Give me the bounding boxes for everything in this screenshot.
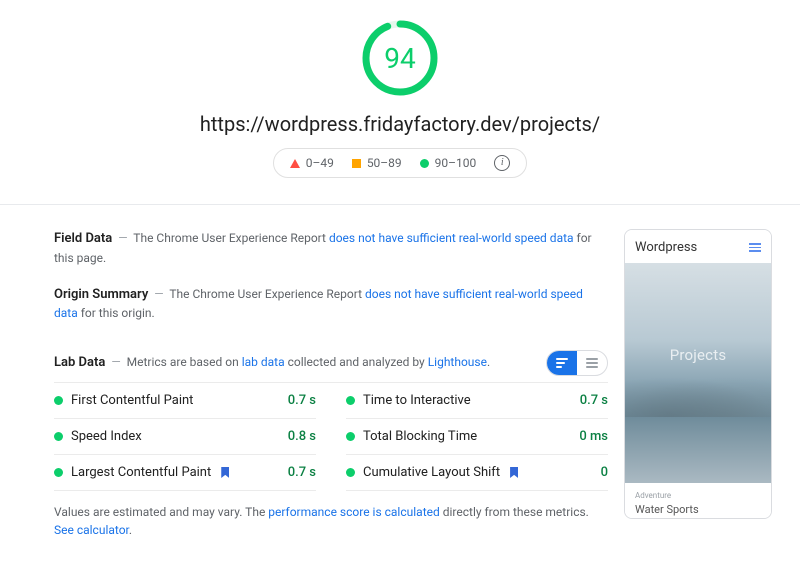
lab-data-prefix: Metrics are based on bbox=[127, 355, 242, 369]
view-toggle-compact[interactable] bbox=[547, 351, 577, 375]
metric-name: Total Blocking Time bbox=[363, 429, 477, 444]
status-dot-icon bbox=[346, 468, 355, 477]
footnote-suffix: . bbox=[129, 523, 132, 537]
legend-mid: 50–89 bbox=[352, 156, 402, 170]
legend-low: 0–49 bbox=[290, 156, 334, 170]
metric-value: 0 ms bbox=[579, 429, 608, 444]
square-icon bbox=[352, 159, 361, 168]
metric-row[interactable]: Total Blocking Time 0 ms bbox=[346, 419, 608, 455]
field-data-title: Field Data bbox=[54, 231, 112, 246]
page-preview: Wordpress Projects Adventure Water Sport… bbox=[624, 229, 772, 519]
field-data-section: Field Data — The Chrome User Experience … bbox=[54, 229, 608, 267]
status-dot-icon bbox=[346, 432, 355, 441]
metric-row[interactable]: Time to Interactive 0.7 s bbox=[346, 383, 608, 419]
metric-name: Time to Interactive bbox=[363, 393, 471, 408]
metric-label: Total Blocking Time bbox=[346, 429, 477, 444]
score-legend: 0–49 50–89 90–100 i bbox=[273, 148, 528, 178]
lab-data-suffix: . bbox=[487, 355, 490, 369]
metric-value: 0 bbox=[601, 465, 608, 480]
view-toggle-expanded[interactable] bbox=[577, 351, 607, 375]
lab-data-mid: collected and analyzed by bbox=[285, 355, 428, 369]
footnote-link1[interactable]: performance score is calculated bbox=[268, 505, 439, 519]
score-header: 94 https://wordpress.fridayfactory.dev/p… bbox=[0, 0, 800, 188]
preview-hero: Projects bbox=[625, 263, 771, 483]
bookmark-icon bbox=[510, 467, 518, 478]
metric-name: Speed Index bbox=[71, 429, 142, 444]
metrics-grid: First Contentful Paint0.7 sTime to Inter… bbox=[54, 382, 608, 491]
metric-label: Cumulative Layout Shift bbox=[346, 465, 518, 480]
bookmark-icon bbox=[221, 467, 229, 478]
metric-row[interactable]: Cumulative Layout Shift 0 bbox=[346, 455, 608, 491]
metric-label: Largest Contentful Paint bbox=[54, 465, 229, 480]
status-dot-icon bbox=[54, 468, 63, 477]
info-icon[interactable]: i bbox=[494, 155, 510, 171]
legend-mid-label: 50–89 bbox=[367, 156, 402, 170]
metric-row[interactable]: Largest Contentful Paint 0.7 s bbox=[54, 455, 316, 491]
lab-data-title: Lab Data bbox=[54, 355, 105, 370]
status-dot-icon bbox=[54, 396, 63, 405]
metric-value: 0.8 s bbox=[288, 429, 316, 444]
footnote-prefix: Values are estimated and may vary. The bbox=[54, 505, 268, 519]
preview-card: Adventure Water Sports bbox=[625, 483, 771, 518]
preview-header: Wordpress bbox=[625, 230, 771, 263]
lab-data-header: Lab Data — Metrics are based on lab data… bbox=[54, 350, 608, 376]
score-gauge: 94 bbox=[360, 18, 440, 98]
page-url: https://wordpress.fridayfactory.dev/proj… bbox=[0, 112, 800, 136]
metric-label: First Contentful Paint bbox=[54, 393, 193, 408]
lab-data-link2[interactable]: Lighthouse bbox=[428, 355, 487, 369]
origin-summary-section: Origin Summary — The Chrome User Experie… bbox=[54, 285, 608, 323]
preview-card-title: Water Sports bbox=[635, 503, 761, 516]
menu-icon bbox=[749, 243, 761, 252]
status-dot-icon bbox=[346, 396, 355, 405]
circle-icon bbox=[420, 159, 429, 168]
field-data-link[interactable]: does not have sufficient real-world spee… bbox=[329, 231, 574, 245]
status-dot-icon bbox=[54, 432, 63, 441]
lab-data-link1[interactable]: lab data bbox=[242, 355, 285, 369]
legend-low-label: 0–49 bbox=[306, 156, 334, 170]
origin-summary-suffix: for this origin. bbox=[78, 306, 155, 320]
preview-site-name: Wordpress bbox=[635, 240, 697, 255]
footnote-mid: directly from these metrics. bbox=[440, 505, 589, 519]
metric-value: 0.7 s bbox=[580, 393, 608, 408]
metrics-footnote: Values are estimated and may vary. The p… bbox=[54, 503, 608, 539]
origin-summary-title: Origin Summary bbox=[54, 287, 148, 302]
field-data-prefix: The Chrome User Experience Report bbox=[133, 231, 329, 245]
score-value: 94 bbox=[360, 18, 440, 98]
metric-value: 0.7 s bbox=[288, 465, 316, 480]
preview-hero-text: Projects bbox=[670, 346, 727, 364]
view-toggle[interactable] bbox=[546, 350, 608, 376]
triangle-icon bbox=[290, 159, 300, 168]
metric-row[interactable]: Speed Index 0.8 s bbox=[54, 419, 316, 455]
metric-name: First Contentful Paint bbox=[71, 393, 193, 408]
metric-name: Largest Contentful Paint bbox=[71, 465, 211, 480]
preview-tag: Adventure bbox=[635, 491, 761, 500]
metric-value: 0.7 s bbox=[288, 393, 316, 408]
metric-label: Time to Interactive bbox=[346, 393, 471, 408]
legend-high-label: 90–100 bbox=[435, 156, 477, 170]
metric-name: Cumulative Layout Shift bbox=[363, 465, 500, 480]
metric-label: Speed Index bbox=[54, 429, 142, 444]
footnote-link2[interactable]: See calculator bbox=[54, 523, 129, 537]
origin-summary-prefix: The Chrome User Experience Report bbox=[169, 287, 365, 301]
metric-row[interactable]: First Contentful Paint 0.7 s bbox=[54, 383, 316, 419]
legend-high: 90–100 bbox=[420, 156, 477, 170]
